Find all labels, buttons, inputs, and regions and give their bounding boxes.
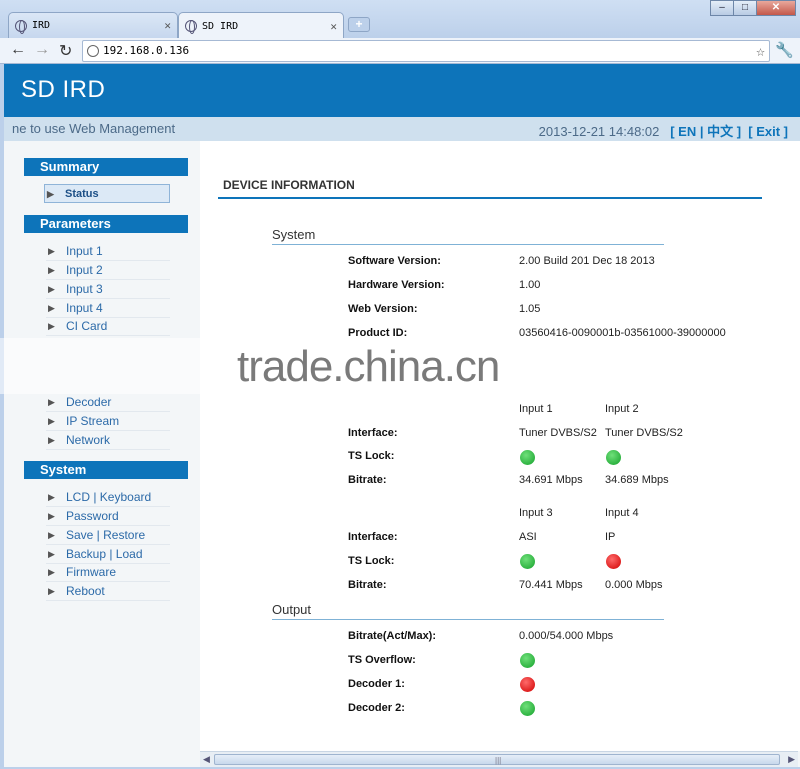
tab-ird[interactable]: IRD ✕	[8, 12, 178, 38]
address-bar[interactable]: 192.168.0.136 ☆	[82, 40, 770, 62]
address-text: 192.168.0.136	[103, 44, 190, 57]
window-controls: – □ ✕	[710, 0, 796, 16]
close-window-button[interactable]: ✕	[756, 0, 796, 16]
input-2-bitrate: 34.689 Mbps	[605, 474, 669, 486]
sidebar-item-password[interactable]: Password	[46, 507, 170, 526]
new-tab-button[interactable]: +	[348, 17, 370, 32]
ts-lock-label: TS Lock:	[348, 555, 395, 567]
sidebar-heading-summary: Summary	[24, 158, 188, 176]
watermark-text: trade.china.cn	[237, 342, 500, 391]
ts-overflow-indicator	[520, 653, 535, 668]
input-4-interface: IP	[605, 531, 616, 543]
minimize-button[interactable]: –	[710, 0, 734, 16]
info-bar-right: 2013-12-21 14:48:02 [ EN | 中文 ] [ Exit ]	[539, 121, 788, 140]
page-icon	[87, 45, 99, 57]
decoder-2-indicator	[520, 701, 535, 716]
section-divider	[272, 244, 664, 245]
tab-label: IRD	[32, 20, 51, 31]
web-version-value: 1.05	[519, 303, 541, 315]
input-4-ts-lock-indicator	[606, 554, 621, 569]
sidebar-item-status[interactable]: Status	[44, 184, 170, 204]
scroll-left-icon[interactable]: ◀	[203, 754, 210, 765]
decoder-1-indicator	[520, 677, 535, 692]
globe-icon	[185, 20, 197, 34]
info-bar: ne to use Web Management 2013-12-21 14:4…	[4, 117, 800, 141]
browser-tabstrip: IRD ✕ SD IRD ✕ + – □ ✕	[0, 0, 800, 39]
sidebar-item-reboot[interactable]: Reboot	[46, 582, 170, 601]
interface-label: Interface:	[348, 531, 398, 543]
sidebar-item-backup-load[interactable]: Backup | Load	[46, 545, 170, 564]
sidebar-heading-parameters: Parameters	[24, 215, 188, 233]
scrollbar-thumb[interactable]: |||	[214, 754, 780, 765]
back-arrow-icon[interactable]: ←	[10, 41, 26, 59]
input-2-ts-lock-indicator	[606, 450, 621, 465]
software-version-value: 2.00 Build 201 Dec 18 2013	[519, 255, 655, 267]
decoder-1-label: Decoder 1:	[348, 678, 405, 690]
sidebar-heading-system: System	[24, 461, 188, 479]
input-4-header: Input 4	[605, 507, 639, 519]
welcome-text: ne to use Web Management	[12, 121, 176, 136]
sidebar-item-lcd-keyboard[interactable]: LCD | Keyboard	[46, 488, 170, 507]
sidebar-item-network[interactable]: Network	[46, 431, 170, 450]
interface-label: Interface:	[348, 427, 398, 439]
software-version-label: Software Version:	[348, 255, 441, 267]
bookmark-star-icon[interactable]: ☆	[756, 41, 765, 61]
sidebar-item-firmware[interactable]: Firmware	[46, 563, 170, 582]
ts-overflow-label: TS Overflow:	[348, 654, 416, 666]
bitrate-label: Bitrate:	[348, 474, 387, 486]
scroll-right-icon[interactable]: ▶	[788, 754, 795, 765]
input-3-ts-lock-indicator	[520, 554, 535, 569]
globe-icon	[15, 19, 27, 34]
page-title: SD IRD	[21, 76, 106, 103]
horizontal-scrollbar[interactable]: ◀ ||| ▶	[200, 751, 798, 767]
decoder-2-label: Decoder 2:	[348, 702, 405, 714]
bitrate-act-max-value: 0.000/54.000 Mbps	[519, 630, 614, 642]
hardware-version-label: Hardware Version:	[348, 279, 445, 291]
sidebar-item-input-1[interactable]: Input 1	[46, 242, 170, 261]
web-version-label: Web Version:	[348, 303, 418, 315]
section-divider	[272, 619, 664, 620]
sidebar-item-decoder[interactable]: Decoder	[46, 393, 170, 412]
tab-sd-ird[interactable]: SD IRD ✕	[178, 12, 344, 39]
close-tab-icon[interactable]: ✕	[164, 19, 171, 32]
system-section-title: System	[272, 227, 316, 242]
input-3-interface: ASI	[519, 531, 537, 543]
input-3-header: Input 3	[519, 507, 553, 519]
sidebar-item-ip-stream[interactable]: IP Stream	[46, 412, 170, 431]
input-2-interface: Tuner DVBS/S2	[605, 427, 683, 439]
input-3-bitrate: 70.441 Mbps	[519, 579, 583, 591]
reload-icon[interactable]: ↻	[59, 41, 72, 61]
bitrate-act-max-label: Bitrate(Act/Max):	[348, 630, 437, 642]
maximize-button[interactable]: □	[733, 0, 757, 16]
wrench-icon[interactable]: 🔧	[775, 41, 794, 59]
input-1-interface: Tuner DVBS/S2	[519, 427, 597, 439]
page-header: SD IRD	[4, 64, 800, 117]
sidebar-item-input-4[interactable]: Input 4	[46, 299, 170, 318]
close-tab-icon[interactable]: ✕	[330, 20, 337, 33]
ts-lock-label: TS Lock:	[348, 450, 395, 462]
input-2-header: Input 2	[605, 403, 639, 415]
sidebar-item-ci-card[interactable]: CI Card	[46, 317, 170, 336]
browser-toolbar: ← → ↻ 192.168.0.136 ☆ 🔧	[0, 38, 800, 64]
hardware-version-value: 1.00	[519, 279, 541, 291]
device-info-title: DEVICE INFORMATION	[223, 178, 355, 192]
input-1-ts-lock-indicator	[520, 450, 535, 465]
sidebar-item-input-2[interactable]: Input 2	[46, 261, 170, 280]
title-divider	[218, 197, 762, 199]
grip-icon: |||	[495, 756, 502, 765]
watermark-band: trade.china.cn	[0, 338, 800, 394]
output-section-title: Output	[272, 602, 312, 617]
input-1-header: Input 1	[519, 403, 553, 415]
input-4-bitrate: 0.000 Mbps	[605, 579, 663, 591]
input-1-bitrate: 34.691 Mbps	[519, 474, 583, 486]
datetime: 2013-12-21 14:48:02	[538, 124, 660, 139]
bitrate-label: Bitrate:	[348, 579, 387, 591]
sidebar-item-input-3[interactable]: Input 3	[46, 280, 170, 299]
language-links[interactable]: [ EN | 中文 ]	[670, 124, 741, 139]
sidebar-item-save-restore[interactable]: Save | Restore	[46, 526, 170, 545]
tab-label: SD IRD	[202, 20, 239, 32]
forward-arrow-icon[interactable]: →	[34, 41, 50, 59]
exit-link[interactable]: [ Exit ]	[748, 124, 788, 139]
